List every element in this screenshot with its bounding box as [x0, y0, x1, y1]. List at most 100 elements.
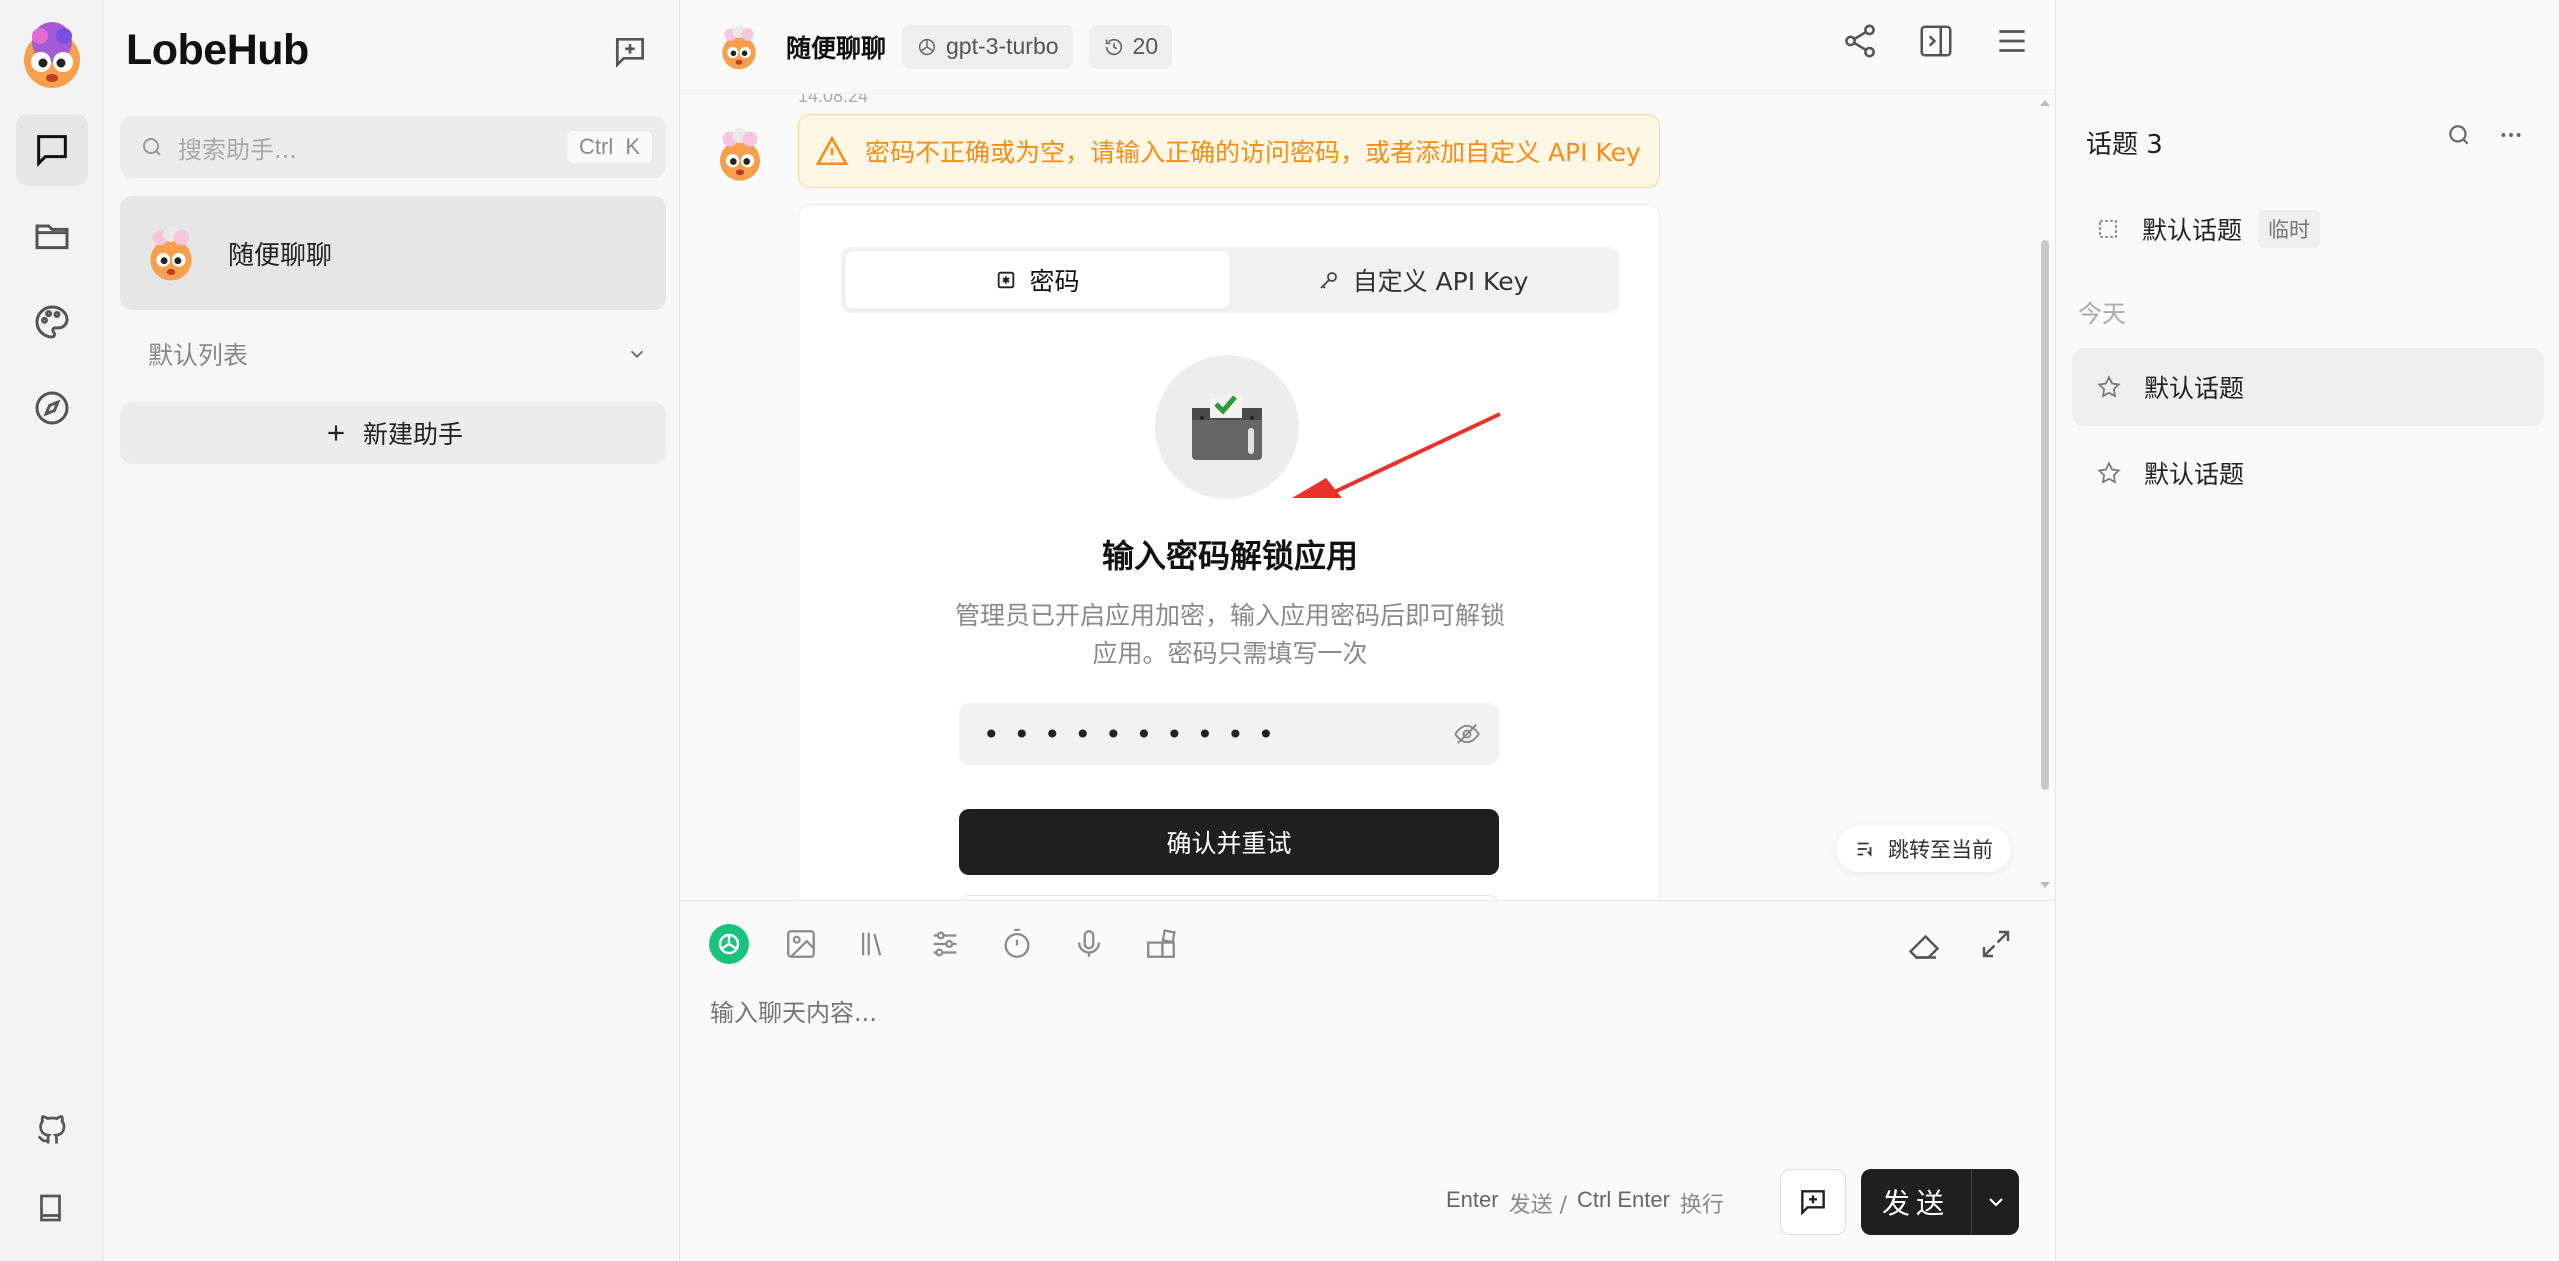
chat-header: 随便聊聊 gpt-3-turbo 20 — [680, 0, 2055, 94]
header-actions — [1841, 22, 2031, 60]
warning-icon — [815, 135, 849, 166]
new-chat-button[interactable] — [608, 30, 652, 74]
expand-button[interactable] — [1973, 921, 2019, 967]
sliders-icon — [933, 931, 957, 957]
docs-button[interactable] — [16, 1172, 88, 1244]
compass-icon — [35, 391, 69, 425]
star-icon[interactable] — [2096, 374, 2122, 400]
history-icon — [1105, 38, 1122, 55]
image-icon — [787, 930, 815, 958]
safe-check-icon — [1192, 394, 1262, 460]
palette-icon — [35, 305, 69, 339]
timer-icon — [1004, 928, 1030, 958]
plugins-button[interactable] — [1138, 921, 1184, 967]
openai-logo-icon — [709, 924, 749, 964]
star-icon[interactable] — [2096, 460, 2122, 486]
topics-actions — [2446, 122, 2524, 148]
tab-password-label: 密码 — [1029, 267, 1080, 296]
scroll-up-icon[interactable] — [2038, 98, 2052, 108]
send-options-button[interactable] — [1971, 1169, 2019, 1235]
jump-to-current-button[interactable]: 跳转至当前 — [1836, 826, 2011, 872]
message-list[interactable]: 14:08:24 密码不正确或为空，请输入正确的访问密码，或者添加自定义 API… — [680, 94, 2055, 900]
blocks-icon — [1147, 929, 1176, 958]
unlock-title: 输入密码解锁应用 — [1101, 537, 1358, 575]
eraser-icon — [1908, 934, 1940, 959]
chat-input[interactable] — [710, 999, 2010, 1027]
error-alert: 密码不正确或为空，请输入正确的访问密码，或者添加自定义 API Key — [798, 114, 1660, 188]
folder-icon — [35, 224, 69, 250]
composer-toolbar — [706, 921, 1184, 967]
scroll-down-icon[interactable] — [2038, 880, 2052, 890]
maximize-icon — [1982, 930, 2010, 958]
session-item[interactable]: 随便聊聊 — [120, 196, 666, 310]
safe-illustration — [1155, 355, 1299, 499]
session-avatar — [150, 226, 192, 281]
date-group-label: 今天 — [2078, 300, 2126, 328]
session-title: 随便聊聊 — [228, 240, 333, 271]
image-upload-button[interactable] — [778, 921, 824, 967]
github-icon — [37, 1115, 66, 1144]
chat-main: 随便聊聊 gpt-3-turbo 20 14:08:24 密码不正确或为空，请输… — [680, 0, 2055, 1261]
search-input[interactable]: 搜索助手... Ctrl K — [120, 116, 666, 178]
keyboard-hint: Enter 发送 / Ctrl Enter 换行 — [1446, 1187, 1724, 1219]
clear-button[interactable] — [1901, 921, 1947, 967]
model-name: gpt-3-turbo — [946, 33, 1059, 59]
jump-label: 跳转至当前 — [1888, 838, 1993, 862]
assistant-avatar — [720, 128, 760, 181]
eye-off-icon[interactable] — [1453, 720, 1481, 748]
theme-nav-button[interactable] — [16, 286, 88, 358]
chat-nav-button[interactable] — [16, 114, 88, 186]
model-switch-button[interactable] — [706, 921, 752, 967]
files-nav-button[interactable] — [16, 200, 88, 272]
header-avatar — [722, 24, 756, 69]
topic-item[interactable]: 默认话题 — [2072, 348, 2544, 426]
alert-text: 密码不正确或为空，请输入正确的访问密码，或者添加自定义 API Key — [865, 138, 1641, 167]
chat-title: 随便聊聊 — [786, 33, 887, 63]
chat-icon — [37, 135, 67, 167]
new-assistant-button[interactable]: 新建助手 — [120, 402, 666, 464]
knowledge-button[interactable] — [850, 921, 896, 967]
panel-toggle-icon[interactable] — [1917, 22, 1955, 60]
topics-panel: 话题 3 默认话题 临时 今天 默认话题 默认话题 — [2055, 0, 2559, 1261]
more-icon[interactable] — [2498, 122, 2524, 148]
send-button[interactable]: 发送 — [1861, 1169, 1971, 1235]
plus-icon — [328, 425, 344, 441]
share-icon[interactable] — [1841, 22, 1879, 60]
topics-title: 话题 3 — [2086, 130, 2163, 160]
composer-actions — [1901, 921, 2019, 967]
voice-input-button[interactable] — [1066, 921, 1112, 967]
book-icon — [40, 1194, 61, 1222]
timer-button[interactable] — [994, 921, 1040, 967]
unlock-description: 管理员已开启应用加密，输入应用密码后即可解锁应用。密码只需填写一次 — [954, 601, 1505, 668]
add-message-button[interactable] — [1780, 1169, 1846, 1235]
tab-password[interactable]: 密码 — [845, 251, 1230, 309]
scrollbar-thumb[interactable] — [2041, 240, 2049, 790]
topic-title: 默认话题 — [2144, 460, 2245, 489]
tab-api-key-label: 自定义 API Key — [1352, 267, 1529, 296]
group-label: 默认列表 — [148, 341, 249, 370]
session-group-toggle[interactable]: 默认列表 — [148, 336, 648, 372]
discover-nav-button[interactable] — [16, 372, 88, 444]
topic-item[interactable]: 默认话题 — [2072, 434, 2544, 512]
password-value: •••••••••• — [983, 717, 1289, 751]
hint-ctrl-enter: Ctrl Enter — [1577, 1187, 1670, 1212]
history-tag[interactable]: 20 — [1088, 24, 1173, 69]
menu-icon[interactable] — [1993, 22, 2031, 60]
search-icon[interactable] — [2446, 122, 2472, 148]
confirm-retry-button[interactable]: 确认并重试 — [959, 809, 1499, 875]
password-input[interactable]: •••••••••• — [959, 703, 1499, 765]
asterisk-icon — [998, 271, 1015, 289]
user-avatar[interactable] — [16, 20, 88, 92]
tab-api-key[interactable]: 自定义 API Key — [1230, 251, 1615, 309]
search-placeholder: 搜索助手... — [178, 135, 297, 164]
search-shortcut: Ctrl K — [567, 131, 652, 163]
message-timestamp: 14:08:24 — [798, 94, 869, 106]
temp-tag: 临时 — [2258, 210, 2321, 248]
topic-item-default-temp[interactable]: 默认话题 临时 — [2072, 190, 2544, 268]
settings-sliders-button[interactable] — [922, 921, 968, 967]
github-button[interactable] — [16, 1094, 88, 1166]
key-icon — [1319, 272, 1337, 289]
model-tag[interactable]: gpt-3-turbo — [902, 24, 1073, 69]
dashed-square-icon — [2099, 220, 2117, 238]
hint-enter: Enter — [1446, 1187, 1499, 1212]
